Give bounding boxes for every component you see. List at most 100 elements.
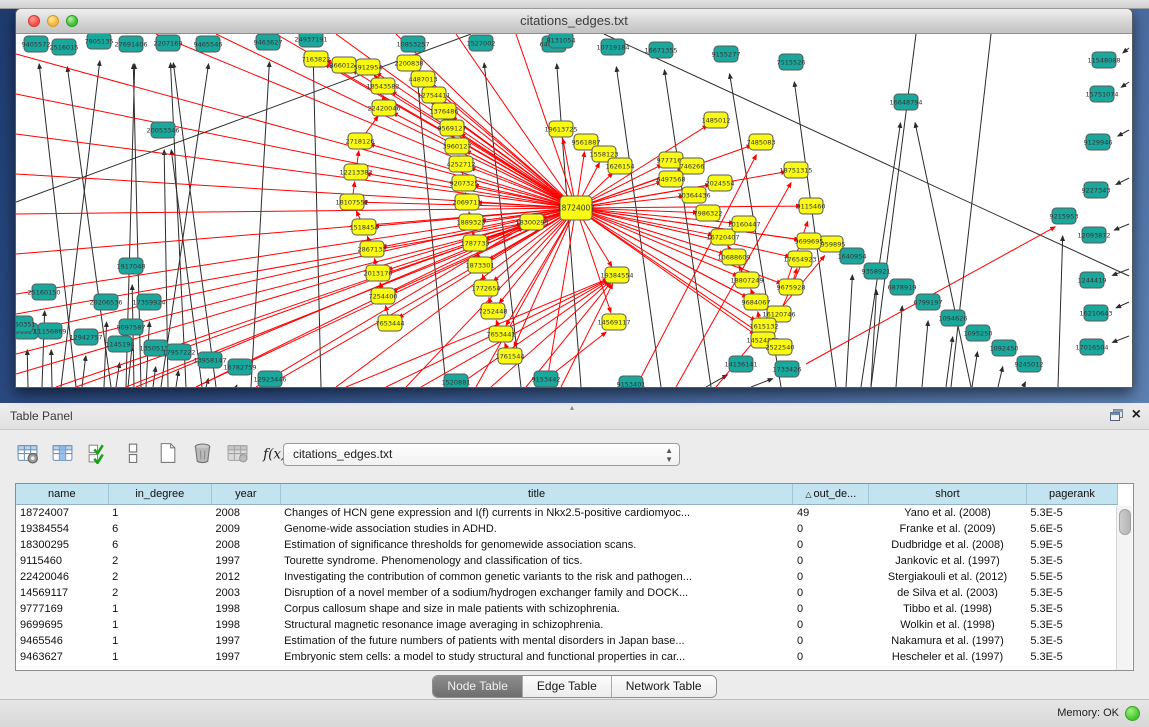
network-edge[interactable] xyxy=(561,284,613,387)
network-node[interactable]: 8131054 xyxy=(547,34,576,48)
network-node[interactable]: 11156869 xyxy=(33,323,66,339)
tab-node-table[interactable]: Node Table xyxy=(433,676,523,697)
network-edge[interactable] xyxy=(16,208,576,214)
network-node[interactable]: 27691406 xyxy=(114,36,147,52)
network-node[interactable]: 16210643 xyxy=(1079,305,1112,321)
network-node[interactable]: 9153401 xyxy=(617,376,646,387)
network-node[interactable]: 10719184 xyxy=(596,39,629,55)
network-node[interactable]: 12942757 xyxy=(69,329,102,345)
network-node[interactable]: 20206536 xyxy=(89,294,122,310)
network-node[interactable]: 9150351 xyxy=(16,316,35,332)
network-node[interactable]: 9569127 xyxy=(438,120,467,136)
network-node[interactable]: 2516015 xyxy=(50,39,79,55)
network-node[interactable]: 2207169 xyxy=(154,35,183,51)
network-node[interactable]: 2867133 xyxy=(358,241,387,257)
network-edge[interactable] xyxy=(915,123,971,387)
network-edge[interactable] xyxy=(51,350,52,387)
network-node[interactable]: 17957222 xyxy=(162,344,195,360)
attribute-batch-icon[interactable] xyxy=(84,439,110,465)
network-node[interactable]: 9465546 xyxy=(194,36,223,52)
table-row[interactable]: 946362711997Embryonic stem cells: a mode… xyxy=(16,649,1118,665)
network-node[interactable]: 17654923 xyxy=(783,251,816,267)
network-node[interactable]: 7254400 xyxy=(369,288,398,304)
network-node[interactable]: 1917048 xyxy=(117,258,146,274)
network-edge[interactable] xyxy=(266,208,576,387)
tab-network-table[interactable]: Network Table xyxy=(612,676,716,697)
network-node[interactable]: 10160447 xyxy=(727,216,760,232)
network-edge[interactable] xyxy=(1114,224,1129,230)
network-node[interactable]: 7252448 xyxy=(479,303,508,319)
network-node[interactable]: 7653441 xyxy=(487,326,516,342)
network-node[interactable]: 1145194 xyxy=(106,336,135,352)
new-table-icon[interactable] xyxy=(154,439,180,465)
network-node[interactable]: 12754411 xyxy=(417,87,450,103)
network-node[interactable]: 16648794 xyxy=(889,94,922,110)
network-node[interactable]: 2069711 xyxy=(453,194,482,210)
network-node[interactable]: 1520881 xyxy=(442,374,471,387)
table-row[interactable]: 977716911998Corpus callosum shape and si… xyxy=(16,601,1118,617)
table-row[interactable]: 1456911722003Disruption of a novel membe… xyxy=(16,585,1118,601)
network-node[interactable]: 6799197 xyxy=(914,294,943,310)
network-edge[interactable] xyxy=(557,64,581,387)
network-node[interactable]: 7986322 xyxy=(694,205,723,221)
network-node[interactable]: 17359924 xyxy=(132,294,165,310)
column-header-in_degree[interactable]: in_degree xyxy=(108,484,211,505)
network-node[interactable]: 18300295 xyxy=(515,214,548,230)
network-node[interactable]: 9245012 xyxy=(1015,356,1044,372)
network-node[interactable]: 4487013 xyxy=(409,71,438,87)
network-node[interactable]: 22420046 xyxy=(367,100,400,116)
table-row[interactable]: 969969511998Structural magnetic resonanc… xyxy=(16,617,1118,633)
network-edge[interactable] xyxy=(153,367,156,387)
network-node[interactable]: 1376486 xyxy=(430,103,459,119)
network-node[interactable]: 2013170 xyxy=(364,265,393,281)
network-node[interactable]: 2522540 xyxy=(766,339,795,355)
network-canvas[interactable]: 1872400771638228660124591295418543582224… xyxy=(16,34,1130,387)
network-node[interactable]: 18543582 xyxy=(366,78,399,94)
network-node[interactable]: 20053346 xyxy=(146,122,179,138)
network-node[interactable]: 1092450 xyxy=(990,340,1019,356)
network-edge[interactable] xyxy=(576,206,801,208)
table-panel-titlebar[interactable]: ▴ Table Panel × xyxy=(0,403,1149,430)
network-node[interactable]: 12093872 xyxy=(1077,227,1110,243)
network-node[interactable]: 5912954 xyxy=(354,59,383,75)
network-node[interactable]: 16671355 xyxy=(644,42,677,58)
close-panel-icon[interactable]: × xyxy=(1132,406,1141,424)
network-edge[interactable] xyxy=(1123,48,1129,53)
network-node[interactable]: 6497568 xyxy=(657,171,686,187)
network-node[interactable]: 1095250 xyxy=(964,325,993,341)
network-node[interactable]: 1787733 xyxy=(461,235,490,251)
network-edge[interactable] xyxy=(972,352,977,387)
network-node[interactable]: 9699695 xyxy=(795,233,824,249)
network-node[interactable]: 1761544 xyxy=(496,348,525,364)
panel-resize-grip[interactable]: ▴ xyxy=(570,403,574,412)
table-column-icon[interactable] xyxy=(49,439,75,465)
column-header-title[interactable]: title xyxy=(280,484,793,505)
network-node[interactable]: 6878919 xyxy=(888,279,917,295)
network-node[interactable]: 18724007 xyxy=(557,196,595,220)
network-node[interactable]: 9207325 xyxy=(450,175,479,191)
network-node[interactable]: 7485083 xyxy=(747,134,776,150)
network-edge[interactable] xyxy=(1023,382,1026,387)
column-header-year[interactable]: year xyxy=(212,484,281,505)
network-edge[interactable] xyxy=(442,101,576,208)
scrollbar-thumb[interactable] xyxy=(1119,509,1131,535)
network-node[interactable]: 3960127 xyxy=(443,138,472,154)
column-header-out_degree[interactable]: △out_de... xyxy=(793,484,869,505)
network-node[interactable]: 25160150 xyxy=(27,284,60,300)
network-edge[interactable] xyxy=(922,321,928,387)
table-row[interactable]: 1830029562008Estimation of significance … xyxy=(16,537,1118,553)
network-edge[interactable] xyxy=(206,379,208,387)
network-edge[interactable] xyxy=(236,385,237,387)
network-edge[interactable] xyxy=(1118,130,1129,136)
network-node[interactable]: 9115460 xyxy=(797,198,826,214)
function-builder-icon[interactable]: f(x) xyxy=(259,439,285,465)
delete-column-icon[interactable] xyxy=(189,439,215,465)
column-header-pagerank[interactable]: pagerank xyxy=(1026,484,1117,505)
network-node[interactable]: 9097587 xyxy=(117,319,146,335)
network-node[interactable]: 18751315 xyxy=(779,162,812,178)
table-scrollbar[interactable] xyxy=(1116,506,1132,670)
network-edge[interactable] xyxy=(1116,178,1129,185)
network-node[interactable]: 746266 xyxy=(680,158,705,174)
network-node[interactable]: 20364436 xyxy=(677,187,710,203)
network-node[interactable]: 12213383 xyxy=(339,164,372,180)
